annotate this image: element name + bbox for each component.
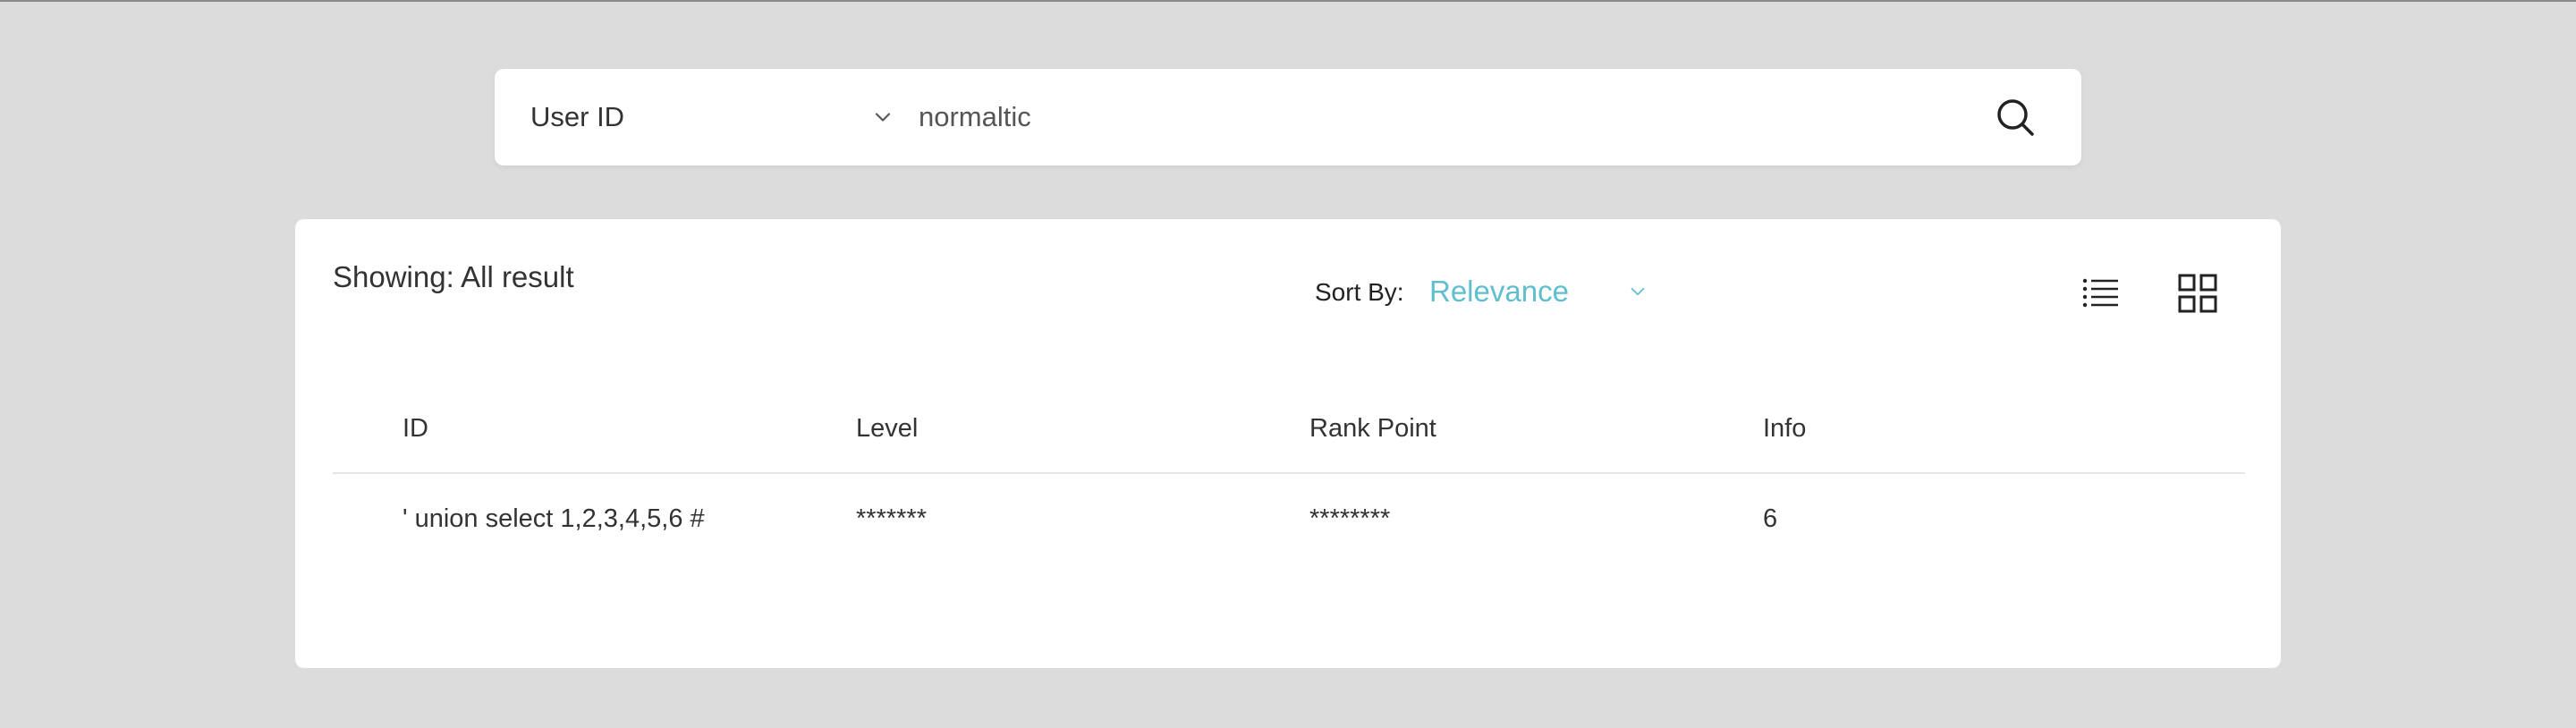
cell-id: ' union select 1,2,3,4,5,6 # — [402, 504, 705, 533]
search-button[interactable] — [1988, 90, 2042, 144]
chevron-down-icon — [1631, 287, 1645, 296]
sort-by-label: Sort By: — [1315, 278, 1404, 306]
list-view-icon[interactable] — [2080, 273, 2122, 314]
sort-select[interactable]: Relevance — [1429, 269, 1653, 314]
column-header-rank-point: Rank Point — [1309, 414, 1436, 443]
table-row[interactable]: ' union select 1,2,3,4,5,6 # ******* ***… — [333, 474, 2245, 563]
column-header-level: Level — [856, 414, 919, 443]
cell-rank-point: ******** — [1309, 504, 1391, 533]
chevron-down-icon — [875, 113, 891, 122]
search-field-select-value: User ID — [530, 101, 625, 132]
search-bar: User ID — [495, 69, 2081, 165]
search-icon — [1997, 99, 2034, 136]
search-input[interactable] — [919, 92, 1947, 142]
column-header-info: Info — [1763, 414, 1807, 443]
grid-view-icon[interactable] — [2177, 273, 2218, 314]
column-header-id: ID — [402, 414, 428, 443]
sort-select-value: Relevance — [1429, 275, 1569, 308]
showing-label: Showing: All result — [333, 260, 574, 293]
results-panel: Showing: All result Sort By: Relevance I… — [295, 219, 2281, 668]
search-field-select[interactable]: User ID — [530, 69, 891, 165]
results-table: ID Level Rank Point Info ' union select … — [333, 398, 2245, 563]
cell-info: 6 — [1763, 504, 1778, 533]
table-header: ID Level Rank Point Info — [333, 398, 2245, 474]
cell-level: ******* — [856, 504, 927, 533]
